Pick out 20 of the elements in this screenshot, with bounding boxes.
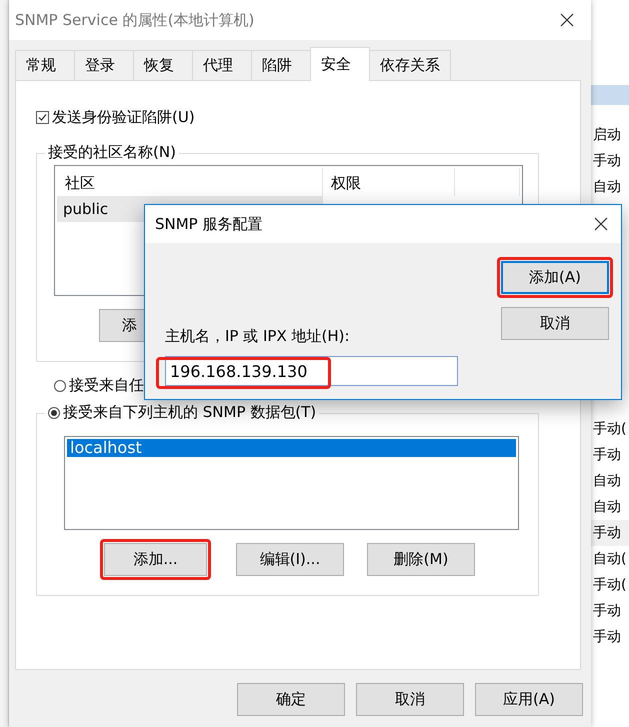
startup-type: 自动	[592, 178, 622, 197]
dialog-title: SNMP 服务配置	[155, 214, 262, 234]
startup-type: 手动	[592, 446, 622, 465]
startup-type: 自动	[592, 472, 622, 491]
window-title: SNMP Service 的属性(本地计算机)	[15, 10, 254, 30]
startup-type: 自动	[592, 498, 622, 517]
startup-type: 手动(	[592, 576, 628, 595]
table-cell: public	[63, 200, 108, 218]
radio-label: 接受来自任	[69, 376, 144, 395]
startup-type: 自动(	[592, 550, 628, 569]
startup-type: 启动	[592, 126, 622, 145]
radio-label: 接受来自下列主机的 SNMP 数据包(T)	[63, 403, 316, 422]
startup-type: 手动	[591, 520, 629, 546]
startup-type: 手动(	[592, 420, 628, 439]
startup-type: 手动	[592, 152, 622, 171]
group-title: 接受的社区名称(N)	[48, 143, 176, 162]
checkbox-label: 发送身份验证陷阱(U)	[52, 108, 195, 127]
startup-type: 手动	[592, 628, 622, 647]
startup-type: 手动	[592, 602, 622, 621]
field-label: 主机名，IP 或 IPX 地址(H):	[165, 327, 351, 346]
